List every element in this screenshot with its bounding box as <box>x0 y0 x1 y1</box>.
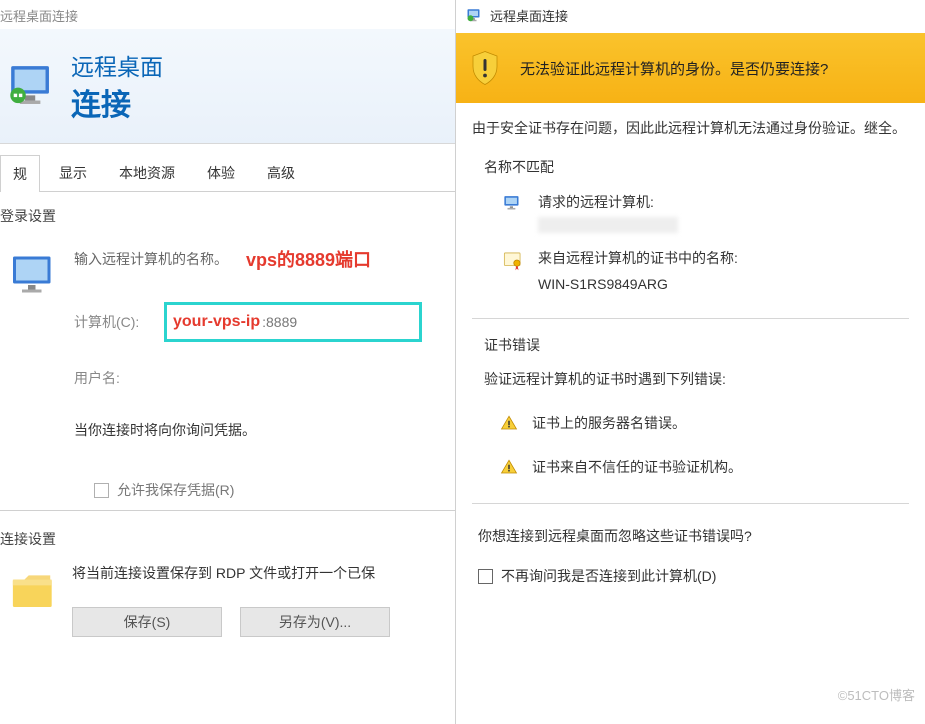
tab-display[interactable]: 显示 <box>46 154 100 191</box>
cert-warning-dialog: 远程桌面连接 无法验证此远程计算机的身份。是否仍要连接? 由于安全证书存在问题，… <box>455 0 925 724</box>
dont-ask-checkbox-row[interactable]: 不再询问我是否连接到此计算机(D) <box>478 566 909 586</box>
rdc-icon <box>6 61 61 116</box>
header-line2: 连接 <box>71 80 163 124</box>
computer-input[interactable]: your-vps-ip :8889 <box>164 302 422 342</box>
computer-port: :8889 <box>262 314 297 330</box>
conn-block: 将当前连接设置保存到 RDP 文件或打开一个已保 保存(S) 另存为(V)... <box>0 559 455 647</box>
tabs: 规 显示 本地资源 体验 高级 <box>0 144 455 192</box>
annotation-port: vps的8889端口 <box>246 246 371 272</box>
cert-error-1: 证书上的服务器名错误。 <box>532 413 686 433</box>
tab-advanced[interactable]: 高级 <box>254 154 308 191</box>
conn-section-title: 连接设置 <box>0 529 455 549</box>
folder-icon <box>10 571 56 613</box>
cert-name-label: 来自远程计算机的证书中的名称: <box>538 249 738 269</box>
checkbox-icon[interactable] <box>94 483 109 498</box>
conn-text: 将当前连接设置保存到 RDP 文件或打开一个已保 <box>72 563 455 583</box>
dont-ask-label: 不再询问我是否连接到此计算机(D) <box>501 566 716 586</box>
checkbox-icon[interactable] <box>478 569 493 584</box>
warn-text: 无法验证此远程计算机的身份。是否仍要连接? <box>520 58 828 79</box>
username-value <box>164 366 304 390</box>
warning-triangle-icon <box>500 458 518 476</box>
header-band: 远程桌面 连接 <box>0 29 455 144</box>
rdc-mini-icon <box>466 7 484 25</box>
cert-error-title: 证书错误 <box>484 335 909 355</box>
window-title: 远程桌面连接 <box>0 0 455 29</box>
cert-error-2: 证书来自不信任的证书验证机构。 <box>532 457 742 477</box>
dialog-title-bar: 远程桌面连接 <box>456 0 925 33</box>
computer-small-icon <box>502 193 524 215</box>
shield-warning-icon <box>470 50 500 86</box>
computer-label: 计算机(C): <box>74 312 164 332</box>
dialog-title: 远程桌面连接 <box>490 6 568 25</box>
warn-band: 无法验证此远程计算机的身份。是否仍要连接? <box>456 33 925 103</box>
tab-experience[interactable]: 体验 <box>194 154 248 191</box>
cert-error-desc: 验证远程计算机的证书时遇到下列错误: <box>484 369 909 389</box>
warn-desc: 由于安全证书存在问题，因此此远程计算机无法通过身份验证。继全。 <box>472 117 909 139</box>
requested-computer-label: 请求的远程计算机: <box>538 193 678 213</box>
certificate-icon <box>502 249 524 271</box>
login-section-title: 登录设置 <box>0 206 455 226</box>
rdc-main-window: 远程桌面连接 远程桌面 连接 规 显示 本地资源 体验 高级 登录设置 <box>0 0 455 724</box>
login-block: 输入远程计算机的名称。 vps的8889端口 计算机(C): your-vps-… <box>0 232 455 511</box>
name-mismatch-title: 名称不匹配 <box>484 157 909 177</box>
save-button[interactable]: 保存(S) <box>72 607 222 637</box>
save-cred-label: 允许我保存凭据(R) <box>117 480 234 500</box>
enter-name-prompt: 输入远程计算机的名称。 <box>74 249 228 269</box>
saveas-button[interactable]: 另存为(V)... <box>240 607 390 637</box>
save-cred-checkbox-row[interactable]: 允许我保存凭据(R) <box>94 480 455 500</box>
warning-triangle-icon <box>500 414 518 432</box>
header-line1: 远程桌面 <box>71 48 163 82</box>
watermark: ©51CTO博客 <box>838 685 915 704</box>
monitor-icon <box>10 252 58 300</box>
requested-computer-value <box>538 217 678 233</box>
connect-question: 你想连接到远程桌面而忽略这些证书错误吗? <box>478 526 909 546</box>
cert-name-value: WIN-S1RS9849ARG <box>538 275 738 295</box>
computer-annotation: your-vps-ip <box>173 313 260 331</box>
cred-prompt: 当你连接时将向你询问凭据。 <box>74 420 455 440</box>
username-label: 用户名: <box>74 368 164 388</box>
tab-general[interactable]: 规 <box>0 155 40 192</box>
tab-local-resources[interactable]: 本地资源 <box>106 154 188 191</box>
